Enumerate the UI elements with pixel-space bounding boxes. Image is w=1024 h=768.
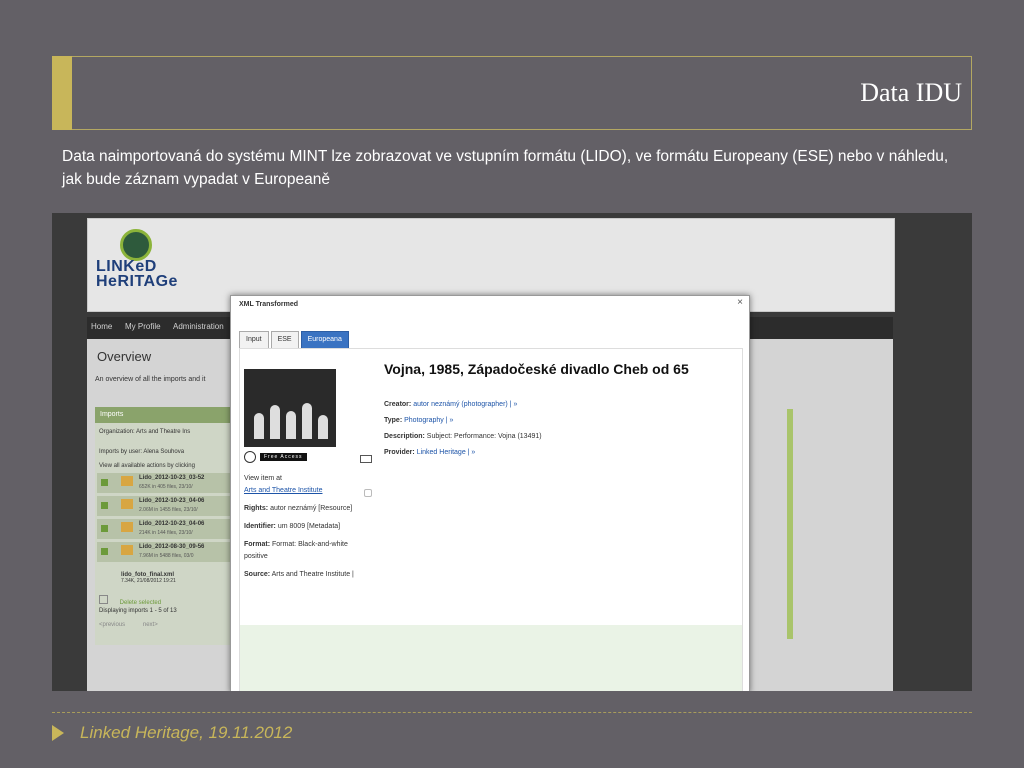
import-meta: 214K in 144 files, 23/10/ bbox=[139, 530, 193, 536]
user-select[interactable]: Alena Souhova bbox=[143, 449, 184, 455]
displaying-text: Displaying imports 1 - 5 of 13 bbox=[99, 608, 177, 614]
last-file-meta: 7.34K, 21/08/2012 19:21 bbox=[121, 578, 176, 584]
record-title: Vojna, 1985, Západočeské divadlo Cheb od… bbox=[384, 361, 689, 377]
import-meta: 652K in 405 files, 23/10/ bbox=[139, 484, 193, 490]
import-name[interactable]: Lido_2012-10-23_04-06 bbox=[139, 498, 204, 504]
close-icon[interactable]: × bbox=[737, 297, 743, 308]
provider-label: Provider: bbox=[384, 449, 415, 456]
import-meta: 7.96M in 5488 files, 03/0 bbox=[139, 553, 194, 559]
pagination: <previous next> bbox=[99, 622, 158, 628]
access-icon bbox=[244, 451, 256, 463]
actions-hint: View all available actions by clicking bbox=[99, 463, 195, 469]
imports-header: Imports bbox=[95, 407, 235, 423]
source-value: Arts and Theatre Institute | bbox=[271, 571, 354, 578]
xml-transformed-dialog: XML Transformed × Input ESE Europeana Free… bbox=[230, 295, 750, 691]
arrow-right-icon bbox=[52, 725, 64, 741]
delete-selected-button[interactable]: Delete selected bbox=[99, 595, 161, 606]
user-row: Imports by user: Alena Souhova bbox=[99, 449, 184, 455]
description-value: Subject: Performance: Vojna (13491) bbox=[426, 433, 542, 440]
type-label: Type: bbox=[384, 417, 403, 424]
dialog-tabs: Input ESE Europeana bbox=[239, 328, 351, 349]
logo-line-1: LINKeD bbox=[96, 258, 157, 275]
overview-title: Overview bbox=[97, 349, 152, 364]
folder-icon bbox=[121, 499, 133, 509]
previous-link[interactable]: <previous bbox=[99, 622, 125, 628]
slide-title-box bbox=[52, 56, 972, 130]
overview-description: An overview of all the imports and it bbox=[95, 376, 206, 383]
view-item-label: View item at bbox=[244, 475, 282, 482]
slide-footer: Linked Heritage, 19.11.2012 bbox=[80, 723, 293, 742]
last-file-row[interactable]: lido_foto_final.xml 7.34K, 21/08/2012 19… bbox=[99, 572, 176, 584]
slide-intro-text: Data naimportovaná do systému MINT lze z… bbox=[62, 148, 949, 188]
footer-divider bbox=[52, 712, 972, 713]
checkbox-icon[interactable] bbox=[101, 548, 108, 555]
rights-value: autor neznámý [Resource] bbox=[270, 505, 353, 512]
import-name[interactable]: Lido_2012-08-30_09-56 bbox=[139, 544, 204, 550]
record-side-info: View item at Arts and Theatre Institute … bbox=[244, 473, 362, 587]
record-thumbnail[interactable] bbox=[244, 369, 336, 447]
dialog-title: XML Transformed bbox=[239, 301, 298, 308]
free-access-badge: Free Access bbox=[260, 453, 307, 461]
slide-title: Data IDU bbox=[860, 78, 962, 107]
checkbox-icon[interactable] bbox=[101, 479, 108, 486]
panel-stripe bbox=[787, 409, 793, 639]
folder-icon bbox=[121, 545, 133, 555]
logo-icon bbox=[120, 229, 152, 261]
import-name[interactable]: Lido_2012-10-23_04-06 bbox=[139, 521, 204, 527]
user-label: Imports by user: bbox=[99, 449, 143, 455]
import-entry[interactable]: Lido_2012-08-30_09-56 7.96M in 5488 file… bbox=[97, 542, 235, 562]
import-entry[interactable]: Lido_2012-10-23_04-06 2.06M in 1455 file… bbox=[97, 496, 235, 516]
nav-my-profile[interactable]: My Profile bbox=[125, 322, 161, 331]
source-label: Source: bbox=[244, 571, 271, 578]
record-fields: Creator: autor neznámý (photographer) | … bbox=[384, 401, 714, 465]
site-logo[interactable]: LINKeD HeRITAGe bbox=[96, 258, 178, 290]
delete-selected-label[interactable]: Delete selected bbox=[120, 600, 161, 606]
title-accent-bar bbox=[52, 56, 72, 130]
import-name[interactable]: Lido_2012-10-23_03-52 bbox=[139, 475, 204, 481]
free-access-row: Free Access bbox=[244, 451, 336, 463]
link-icon[interactable] bbox=[364, 489, 372, 497]
import-entry[interactable]: Lido_2012-10-23_04-06 214K in 144 files,… bbox=[97, 519, 235, 539]
nav-administration[interactable]: Administration bbox=[173, 322, 224, 331]
provider-link[interactable]: Linked Heritage | » bbox=[417, 449, 476, 456]
import-meta: 2.06M in 1455 files, 23/10/ bbox=[139, 507, 198, 513]
mint-screenshot: LINKeD HeRITAGe Home My Profile Administ… bbox=[52, 213, 972, 691]
institution-link[interactable]: Arts and Theatre Institute bbox=[244, 487, 322, 494]
creator-label: Creator: bbox=[384, 401, 412, 408]
description-label: Description: bbox=[384, 433, 425, 440]
import-entry[interactable]: Lido_2012-10-23_03-52 652K in 405 files,… bbox=[97, 473, 235, 493]
nav-home[interactable]: Home bbox=[91, 322, 112, 331]
organization-select[interactable]: Arts and Theatre Ins bbox=[136, 429, 190, 435]
checkbox-icon[interactable] bbox=[101, 502, 108, 509]
identifier-label: Identifier: bbox=[244, 523, 276, 530]
rights-label: Rights: bbox=[244, 505, 269, 512]
checkbox-icon[interactable] bbox=[101, 525, 108, 532]
format-label: Format: bbox=[244, 541, 271, 548]
tab-ese[interactable]: ESE bbox=[270, 331, 299, 349]
logo-line-2: HeRITAGe bbox=[96, 273, 178, 290]
checkbox-icon[interactable] bbox=[99, 595, 108, 604]
tab-europeana[interactable]: Europeana bbox=[300, 331, 349, 349]
preview-footer bbox=[240, 625, 742, 691]
europeana-preview: Free Access View item at Arts and Theatr… bbox=[239, 348, 743, 691]
organization-row: Organization: Arts and Theatre Ins bbox=[99, 429, 190, 435]
type-link[interactable]: Photography | » bbox=[404, 417, 453, 424]
mail-icon[interactable] bbox=[360, 455, 372, 463]
next-link[interactable]: next> bbox=[143, 622, 158, 628]
imports-panel: Imports Organization: Arts and Theatre I… bbox=[95, 407, 235, 645]
folder-icon bbox=[121, 476, 133, 486]
organization-label: Organization: bbox=[99, 429, 135, 435]
tab-input[interactable]: Input bbox=[239, 331, 269, 349]
identifier-value: um 8009 [Metadata] bbox=[277, 523, 341, 530]
creator-link[interactable]: autor neznámý (photographer) | » bbox=[413, 401, 517, 408]
folder-icon bbox=[121, 522, 133, 532]
